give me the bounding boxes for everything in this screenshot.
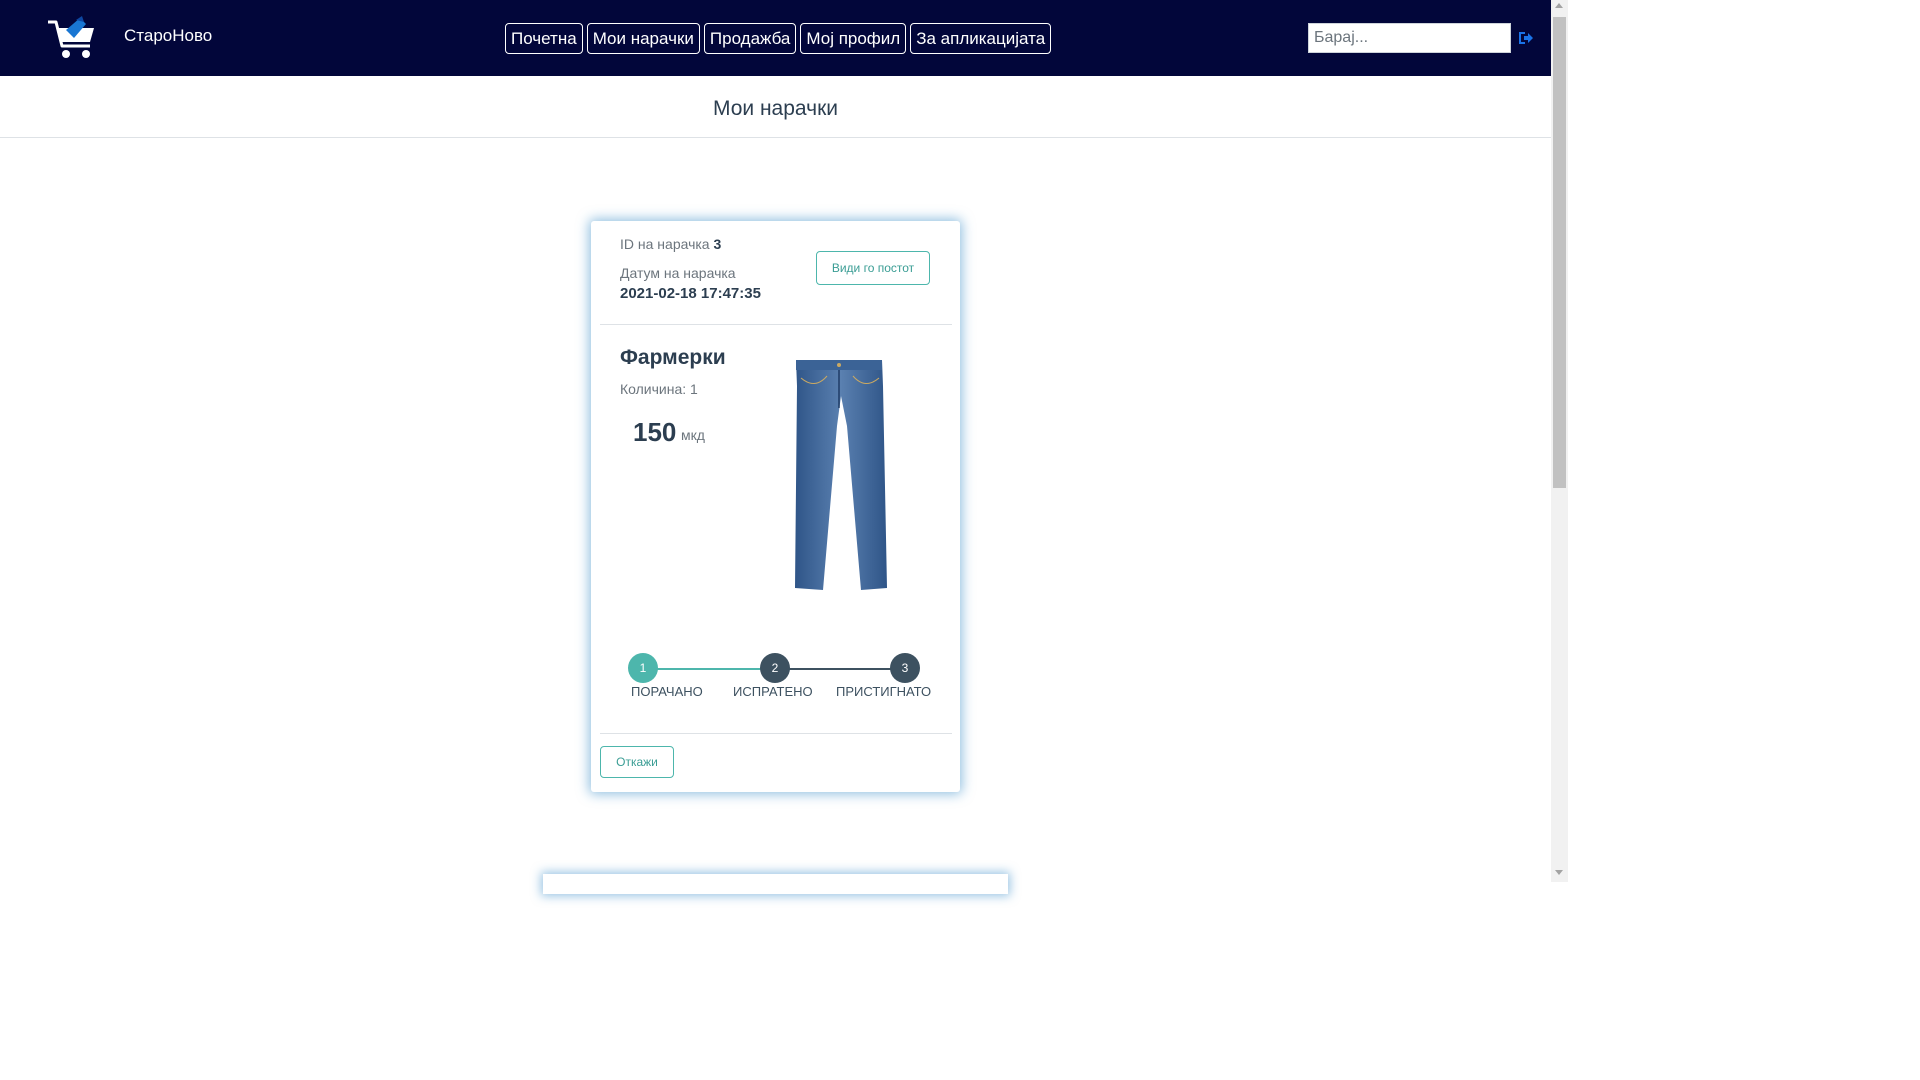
step-arrived-indicator: 3 [890, 653, 920, 683]
scroll-up-arrow-icon[interactable] [1555, 3, 1563, 8]
nav-my-orders-button[interactable]: Мои нарачки [586, 23, 700, 54]
product-currency: мкд [681, 427, 705, 443]
page-title: Мои нарачки [712, 97, 838, 120]
product-price: 150 [633, 417, 677, 447]
scroll-down-arrow-icon[interactable] [1555, 870, 1563, 875]
view-post-button[interactable]: Види го постот [816, 251, 930, 285]
product-quantity: Количина: 1 [620, 381, 698, 397]
next-order-card [543, 874, 1008, 894]
scrollbar-thumb[interactable] [1553, 17, 1566, 488]
vertical-scrollbar[interactable] [1551, 0, 1568, 882]
product-name: Фармерки [620, 346, 726, 369]
nav-my-profile-button[interactable]: Мој профил [800, 23, 907, 54]
step-ordered-label: ПОРАЧАНО [631, 684, 703, 699]
page-header: Мои нарачки [0, 76, 1551, 138]
progress-line-completed [643, 668, 775, 670]
order-date-label: Датум на нарачка [620, 265, 736, 281]
top-navbar: СтароНово Почетна Мои нарачки Продажба М… [0, 0, 1551, 76]
order-id-label: ID на нарачка [620, 236, 710, 252]
cancel-order-button[interactable]: Откажи [600, 746, 674, 778]
nav-home-button[interactable]: Почетна [505, 23, 583, 54]
order-id-value: 3 [713, 236, 722, 252]
jeans-image [795, 360, 887, 590]
search-input[interactable] [1308, 23, 1511, 53]
step-shipped-label: ИСПРАТЕНО [733, 684, 813, 699]
card-divider [600, 733, 952, 734]
nav-sell-button[interactable]: Продажба [703, 23, 797, 54]
progress-line-pending [775, 668, 905, 670]
order-id: ID на нарачка 3 [620, 236, 721, 252]
order-date-value: 2021-02-18 17:47:35 [620, 285, 761, 302]
card-divider [600, 324, 952, 325]
step-ordered-indicator: 1 [628, 653, 658, 683]
step-shipped-indicator: 2 [760, 653, 790, 683]
sign-out-icon[interactable] [1517, 29, 1535, 47]
nav-about-button[interactable]: За апликацијата [910, 23, 1052, 54]
step-arrived-label: ПРИСТИГНАТО [836, 684, 932, 699]
main-nav: Почетна Мои нарачки Продажба Мој профил … [505, 23, 1052, 54]
order-card: ID на нарачка 3 Датум на нарачка 2021-02… [591, 221, 960, 792]
shopping-cart-logo-icon[interactable] [46, 16, 98, 60]
brand-name[interactable]: СтароНово [124, 26, 212, 46]
